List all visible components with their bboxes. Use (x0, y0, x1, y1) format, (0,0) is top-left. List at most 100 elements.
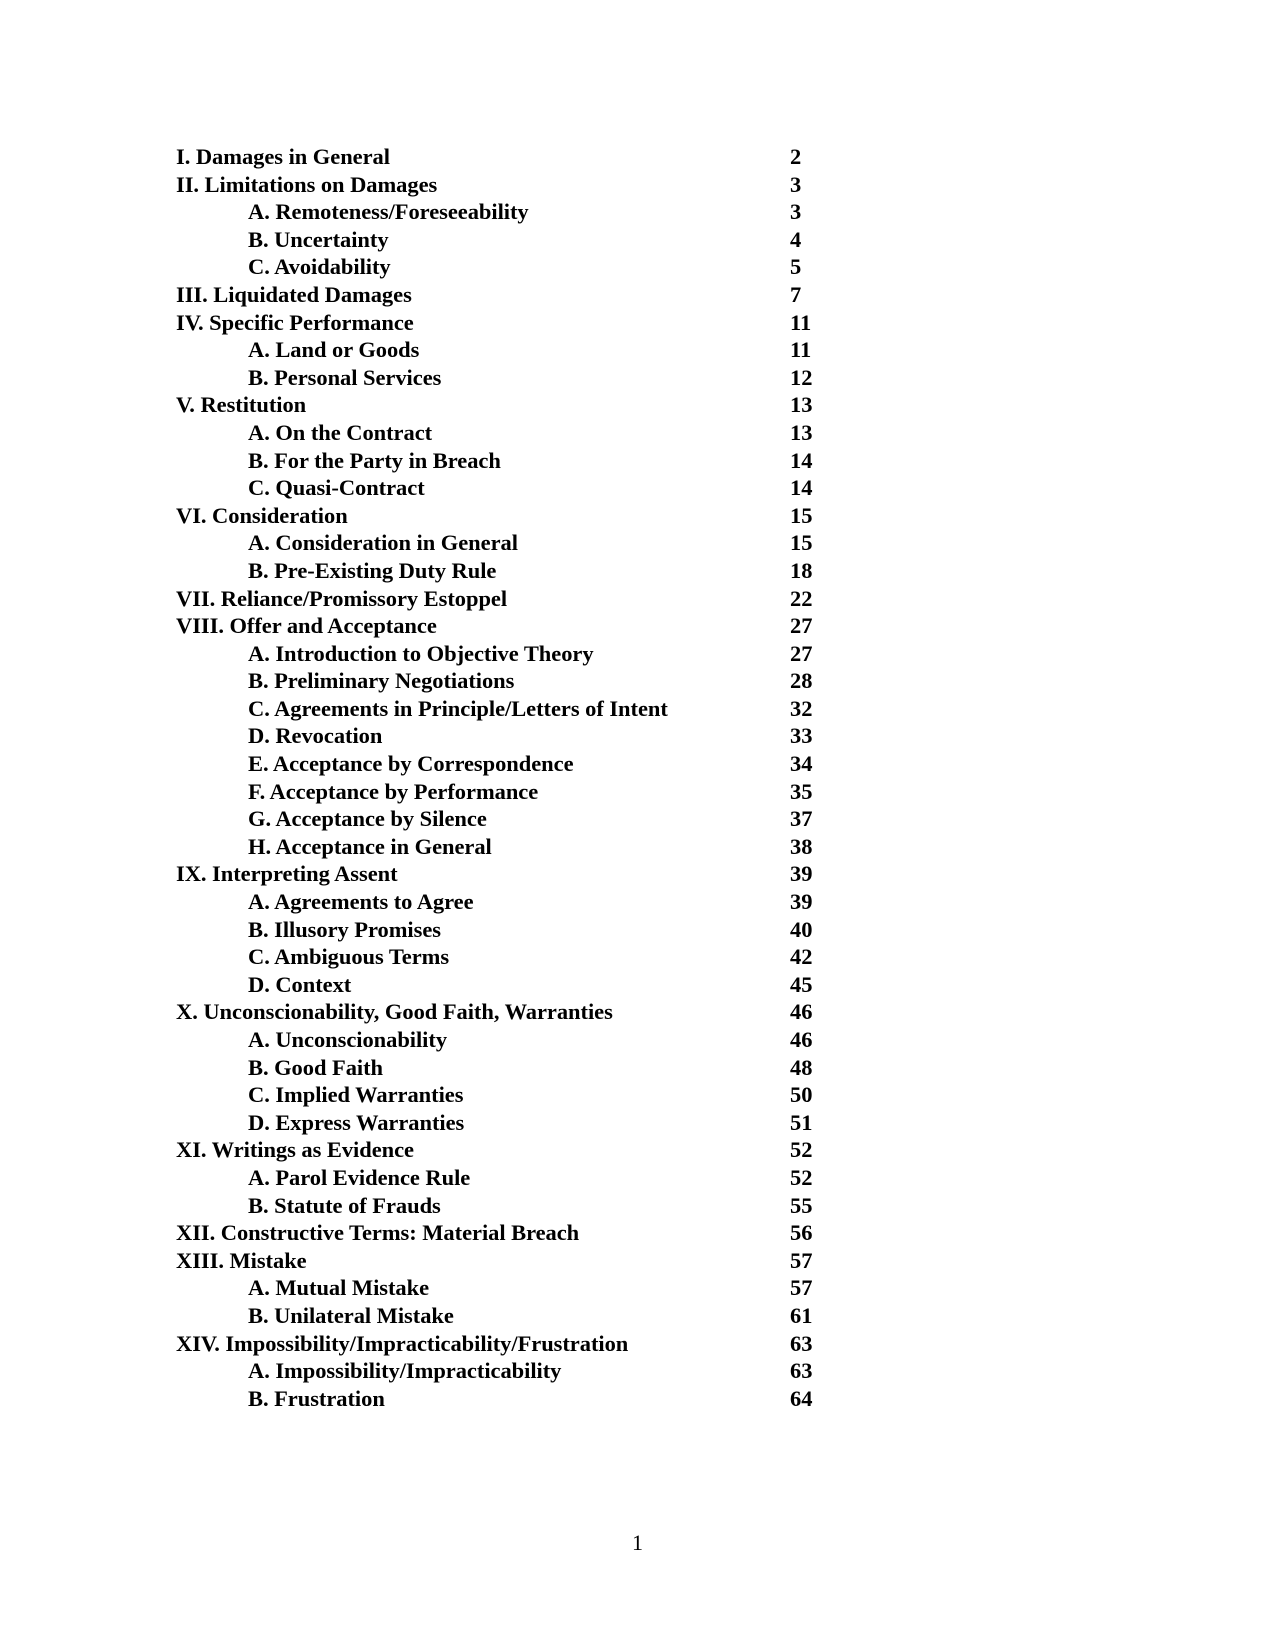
toc-entry-page-number: 3 (790, 199, 802, 225)
toc-entry[interactable]: B. Unilateral Mistake 61 (176, 1302, 1076, 1330)
toc-entry[interactable]: XIII. Mistake 57 (176, 1247, 1076, 1275)
toc-entry[interactable]: B. Good Faith 48 (176, 1054, 1076, 1082)
toc-entry[interactable]: VII. Reliance/Promissory Estoppel 22 (176, 585, 1076, 613)
toc-entry-page-number: 11 (790, 309, 812, 335)
toc-entry[interactable]: G. Acceptance by Silence 37 (176, 805, 1076, 833)
toc-entry-page-number: 13 (790, 419, 813, 445)
toc-entry-label: D. Context (248, 971, 352, 997)
toc-entry[interactable]: XII. Constructive Terms: Material Breach… (176, 1219, 1076, 1247)
toc-entry-label: C. Quasi-Contract (248, 475, 425, 501)
toc-entry[interactable]: B. Preliminary Negotiations 28 (176, 667, 1076, 695)
toc-entry[interactable]: VIII. Offer and Acceptance 27 (176, 612, 1076, 640)
toc-entry-page-number: 14 (790, 447, 813, 473)
toc-entry[interactable]: A. Impossibility/Impracticability 63 (176, 1357, 1076, 1385)
toc-entry[interactable]: B. Frustration 64 (176, 1385, 1076, 1413)
toc-entry-page-number: 15 (790, 530, 813, 556)
toc-entry-label: C. Implied Warranties (248, 1082, 464, 1108)
toc-entry[interactable]: A. On the Contract 13 (176, 419, 1076, 447)
toc-entry-label: A. Unconscionability (248, 1027, 448, 1052)
toc-entry-label: A. Mutual Mistake (248, 1275, 430, 1301)
toc-entry[interactable]: H. Acceptance in General 38 (176, 833, 1076, 861)
toc-entry[interactable]: I. Damages in General 2 (176, 143, 1076, 171)
toc-entry-page-number: 48 (790, 1054, 813, 1080)
footer-page-number: 1 (632, 1530, 643, 1555)
toc-entry-label: E. Acceptance by Correspondence (248, 751, 574, 777)
toc-entry-label: XIV. Impossibility/Impracticability/Frus… (176, 1330, 629, 1356)
toc-entry-label: IV. Specific Performance (176, 309, 414, 335)
toc-entry-page-number: 34 (790, 751, 813, 777)
toc-entry-page-number: 45 (790, 971, 813, 997)
toc-entry[interactable]: X. Unconscionability, Good Faith, Warran… (176, 998, 1076, 1026)
toc-entry-page-number: 22 (790, 585, 813, 611)
toc-entry-label: B. Statute of Frauds (248, 1192, 441, 1218)
toc-entry[interactable]: V. Restitution 13 (176, 391, 1076, 419)
toc-entry-label: C. Ambiguous Terms (248, 944, 450, 970)
toc-entry[interactable]: D. Context 45 (176, 971, 1076, 999)
toc-entry[interactable]: C. Agreements in Principle/Letters of In… (176, 695, 1076, 723)
toc-entry-page-number: 27 (790, 613, 813, 639)
toc-entry-label: B. Frustration (248, 1385, 385, 1411)
toc-entry[interactable]: F. Acceptance by Performance 35 (176, 778, 1076, 806)
toc-entry-label: C. Avoidability (248, 254, 391, 280)
toc-entry[interactable]: A. Introduction to Objective Theory 27 (176, 640, 1076, 668)
toc-entry-page-number: 3 (790, 171, 802, 197)
toc-entry-label: A. Land or Goods (248, 337, 420, 363)
toc-entry[interactable]: A. Remoteness/Foreseeability 3 (176, 198, 1076, 226)
toc-entry[interactable]: C. Ambiguous Terms 42 (176, 943, 1076, 971)
toc-entry-label: VII. Reliance/Promissory Estoppel (176, 585, 508, 611)
toc-entry-page-number: 52 (790, 1164, 813, 1190)
toc-entry[interactable]: A. Land or Goods 11 (176, 336, 1076, 364)
toc-entry[interactable]: IX. Interpreting Assent 39 (176, 860, 1076, 888)
toc-entry-label: B. Pre-Existing Duty Rule (248, 557, 497, 583)
toc-entry-page-number: 39 (790, 889, 813, 915)
toc-entry[interactable]: A. Unconscionability 46 (176, 1026, 1076, 1054)
toc-entry-page-number: 32 (790, 695, 813, 721)
toc-entry-page-number: 39 (790, 861, 813, 887)
toc-entry[interactable]: XIV. Impossibility/Impracticability/Frus… (176, 1330, 1076, 1358)
toc-entry[interactable]: D. Express Warranties 51 (176, 1109, 1076, 1137)
toc-entry[interactable]: XI. Writings as Evidence 52 (176, 1136, 1076, 1164)
toc-entry[interactable]: B. Pre-Existing Duty Rule 18 (176, 557, 1076, 585)
toc-entry-label: B. Preliminary Negotiations (248, 668, 515, 694)
toc-entry-label: A. Introduction to Objective Theory (248, 640, 594, 666)
toc-entry[interactable]: B. Personal Services 12 (176, 364, 1076, 392)
toc-entry[interactable]: III. Liquidated Damages 7 (176, 281, 1076, 309)
toc-entry-page-number: 63 (790, 1358, 813, 1384)
toc-entry[interactable]: D. Revocation 33 (176, 722, 1076, 750)
toc-entry[interactable]: C. Implied Warranties 50 (176, 1081, 1076, 1109)
toc-entry-label: VIII. Offer and Acceptance (176, 613, 437, 639)
toc-entry-label: VI. Consideration (176, 502, 348, 528)
toc-entry[interactable]: A. Parol Evidence Rule 52 (176, 1164, 1076, 1192)
toc-entry[interactable]: IV. Specific Performance 11 (176, 309, 1076, 337)
toc-entry[interactable]: B. Illusory Promises 40 (176, 916, 1076, 944)
toc-entry[interactable]: A. Consideration in General 15 (176, 529, 1076, 557)
toc-entry-label: XII. Constructive Terms: Material Breach (176, 1220, 580, 1246)
toc-entry-label: II. Limitations on Damages (176, 171, 438, 197)
toc-entry-page-number: 46 (790, 999, 813, 1025)
toc-entry-label: G. Acceptance by Silence (248, 806, 487, 832)
toc-entry-page-number: 51 (790, 1109, 813, 1135)
toc-entry-label: F. Acceptance by Performance (248, 778, 539, 804)
toc-entry[interactable]: VI. Consideration 15 (176, 502, 1076, 530)
toc-entry-label: C. Agreements in Principle/Letters of In… (248, 695, 668, 721)
toc-entry-page-number: 37 (790, 806, 813, 832)
toc-entry[interactable]: C. Quasi-Contract 14 (176, 474, 1076, 502)
toc-entry-page-number: 5 (790, 254, 802, 280)
toc-entry-page-number: 4 (790, 226, 802, 252)
toc-entry-page-number: 56 (790, 1220, 813, 1246)
toc-entry-label: A. On the Contract (248, 419, 433, 445)
toc-entry[interactable]: B. For the Party in Breach 14 (176, 447, 1076, 475)
toc-entry-label: B. Good Faith (248, 1054, 383, 1080)
toc-entry-label: B. Personal Services (248, 364, 442, 390)
toc-entry[interactable]: A. Mutual Mistake 57 (176, 1274, 1076, 1302)
toc-entry-page-number: 2 (790, 144, 802, 169)
toc-entry[interactable]: B. Statute of Frauds 55 (176, 1192, 1076, 1220)
toc-entry-page-number: 50 (790, 1082, 813, 1108)
toc-entry[interactable]: B. Uncertainty 4 (176, 226, 1076, 254)
toc-entry-page-number: 57 (790, 1247, 813, 1273)
toc-entry[interactable]: II. Limitations on Damages 3 (176, 171, 1076, 199)
toc-entry-label: I. Damages in General (176, 144, 390, 169)
toc-entry[interactable]: E. Acceptance by Correspondence 34 (176, 750, 1076, 778)
toc-entry[interactable]: A. Agreements to Agree 39 (176, 888, 1076, 916)
toc-entry[interactable]: C. Avoidability 5 (176, 253, 1076, 281)
